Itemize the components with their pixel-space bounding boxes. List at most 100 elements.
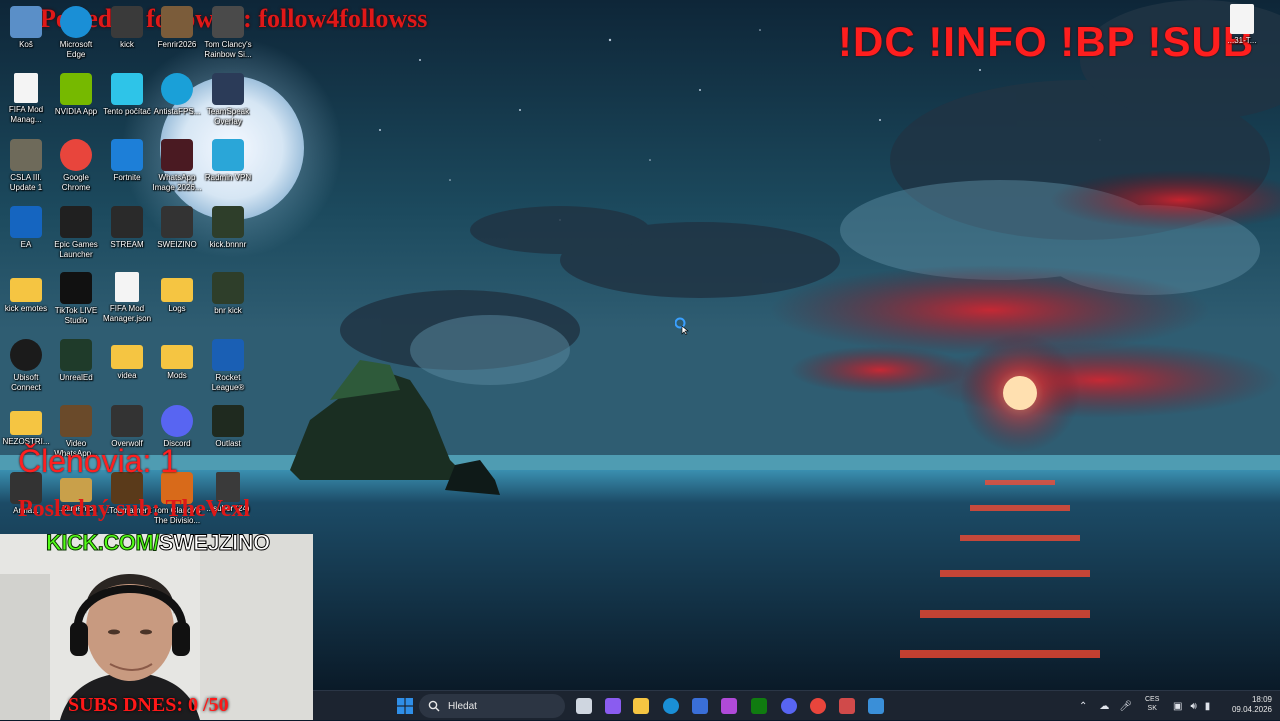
desktop-icon-label: FIFA Mod Manager.json [102,304,152,323]
network-icon: ▣ [1173,700,1183,712]
desktop-icon[interactable]: Microsoft Edge [50,6,102,60]
desktop-icon[interactable]: Outlast [202,405,254,449]
file-explorer-taskbar-button[interactable] [631,696,651,716]
desktop-icon[interactable]: Fortnite [101,139,153,183]
desktop-icon-label: ...31-T... [1227,36,1257,45]
csla-icon [10,139,42,171]
desktop-icon[interactable]: Rocket League® [202,339,254,393]
desktop-icon[interactable]: AntistaFPS... [151,73,203,117]
desktop-icon-label: EA [20,240,32,249]
taskbar-clock[interactable]: 18:09 09.04.2026 [1232,695,1272,715]
desktop-icon[interactable]: kick [101,6,153,50]
file-icon [14,73,38,103]
desktop-icon[interactable]: TeamSpeak Overlay [202,73,254,127]
kick-banner-name: SWEJZINO [158,530,270,556]
desktop-icon[interactable]: Mods [151,339,203,381]
fortnite-icon [111,139,143,171]
desktop-icon[interactable]: videa [101,339,153,381]
desktop-icon[interactable]: Epic Games Launcher [50,206,102,260]
quick-settings-tray[interactable]: ▣ 🔊︎ ▮ [1173,691,1210,721]
desktop-icon-label: Epic Games Launcher [54,240,98,259]
onedrive-icon[interactable]: ☁ [1099,701,1109,712]
desktop-icon-label: kick [120,40,134,49]
banner-icon [212,206,244,238]
settings-app-taskbar-button[interactable] [837,696,857,716]
desktop-icon[interactable]: NVIDIA App [50,73,102,117]
fenrir-icon [161,6,193,38]
desktop-icon[interactable]: FIFA Mod Manag... [0,73,52,125]
desktop-icon[interactable]: Google Chrome [50,139,102,193]
desktop-icon[interactable]: TikTok LIVE Studio [50,272,102,326]
desktop-icon[interactable]: kick emotes [0,272,52,314]
store-icon [692,698,708,714]
folder-icon [161,278,193,302]
tiktok-icon [60,272,92,304]
desktop-icon-label: Logs [168,304,186,313]
video-icon [60,405,92,437]
show-hidden-icons-chevron-icon[interactable]: ⌃ [1079,701,1087,712]
desktop-icon[interactable]: Tento počítač [101,73,153,117]
edge-icon [60,6,92,38]
desktop-icon-label: STREAM [110,240,144,249]
desktop-icon[interactable]: STREAM [101,206,153,250]
desktop-icon-top-right-file[interactable]: ...31-T... [1216,4,1268,46]
webcam-feed [0,534,313,720]
desktop-icon[interactable]: WhatsApp Image 2026... [151,139,203,193]
folder-icon [111,345,143,369]
desktop-icon-label: videa [117,371,137,380]
file-icon [115,272,139,302]
desktop-icon[interactable]: Koš [0,6,52,50]
xbox-taskbar-button[interactable] [749,696,769,716]
members-count-overlay: Členovia: 1 [18,443,179,479]
rocket-league-icon [212,339,244,371]
desktop-icon-label: Tom Clancy's Rainbow Si... [204,40,252,59]
desktop-icon-label: Ubisoft Connect [11,373,41,392]
file-explorer-icon [633,698,649,714]
desktop-icon[interactable]: Radmin VPN [202,139,254,183]
windows-start-taskbar-button[interactable] [395,696,415,716]
desktop-icon[interactable]: NEZOSTRI... [0,405,52,447]
folder-icon [10,278,42,302]
shield-app-taskbar-button[interactable] [866,696,886,716]
store-taskbar-button[interactable] [690,696,710,716]
desktop-icon-label: FIFA Mod Manag... [8,105,44,124]
desktop-icon[interactable]: SWEIZINO [151,206,203,250]
volume-icon: 🔊︎ [1190,700,1197,712]
taskbar-search-box[interactable]: Hledat [419,694,565,718]
desktop-icon[interactable]: Logs [151,272,203,314]
desktop-icon-label: Fortnite [113,173,141,182]
desktop-icon[interactable]: Ubisoft Connect [0,339,52,393]
folder-icon [161,345,193,369]
screen-recorder-taskbar-button[interactable] [719,696,739,716]
kick-icon [111,6,143,38]
system-tray: ⌃ ☁ 🎤︎ [1079,691,1132,721]
subs-today-overlay: SUBS DNES: 0 /50 [68,694,229,716]
copilot-icon [605,698,621,714]
keyboard-layout-code: SK [1147,705,1157,712]
desktop-icon[interactable]: Fenrir2026 [151,6,203,50]
language-code: CES [1145,696,1160,703]
desktop-icon-label: SWEIZINO [157,240,197,249]
copilot-taskbar-button[interactable] [603,696,623,716]
chrome-taskbar-button[interactable] [808,696,828,716]
xbox-icon [751,698,767,714]
desktop-icon-label: Tento počítač [103,107,151,116]
desktop-icon[interactable]: FIFA Mod Manager.json [101,272,153,324]
desktop-icon-label: bnr kick [214,306,242,315]
desktop-icon[interactable]: UnrealEd [50,339,102,383]
kick-channel-banner: KICK.COM/SWEJZINO [46,530,271,556]
desktop-icon[interactable]: kick.bnnnr [202,206,254,250]
desktop-icon-label: Google Chrome [61,173,91,192]
task-view-taskbar-button[interactable] [574,696,594,716]
input-language-indicator[interactable]: CES SK [1145,695,1159,713]
discord-icon [161,405,193,437]
edge-taskbar-button[interactable] [661,696,681,716]
desktop-icon-label: kick.bnnnr [209,240,247,249]
microphone-icon[interactable]: 🎤︎ [1119,701,1132,712]
desktop-icon[interactable]: bnr kick [202,272,254,316]
desktop-icon[interactable]: Tom Clancy's Rainbow Si... [202,6,254,60]
desktop-icon[interactable]: EA [0,206,52,250]
desktop-icon[interactable]: CSLA III. Update 1 [0,139,52,193]
discord-taskbar-button[interactable] [779,696,799,716]
stream-icon [111,206,143,238]
